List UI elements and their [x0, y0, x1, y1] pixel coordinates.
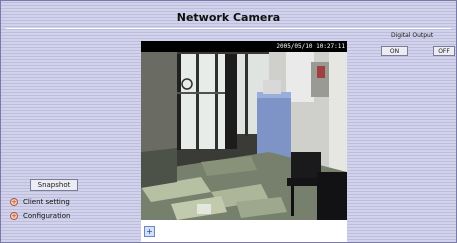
menu-item-configuration[interactable]: + Configuration: [10, 211, 70, 221]
page-title: Network Camera: [176, 11, 281, 24]
video-footer: +: [141, 220, 347, 242]
live-video-view[interactable]: [141, 52, 347, 220]
digital-output-off-button[interactable]: OFF: [433, 46, 455, 56]
expand-icon: +: [10, 198, 18, 206]
menu-item-label: Configuration: [23, 212, 71, 220]
digital-output-on-button[interactable]: ON: [381, 46, 408, 56]
snapshot-button[interactable]: Snapshot: [30, 179, 78, 191]
title-divider: [6, 28, 451, 29]
menu-item-client-setting[interactable]: + Client setting: [10, 197, 70, 207]
video-header-bar: 2005/05/10 10:27:11: [141, 41, 347, 52]
expand-icon: +: [10, 212, 18, 220]
camera-image: [141, 52, 347, 220]
menu-item-label: Client setting: [23, 198, 70, 206]
ptz-expand-button[interactable]: +: [144, 226, 155, 237]
digital-output-label: Digital Output: [391, 32, 434, 39]
video-timestamp: 2005/05/10 10:27:11: [276, 43, 345, 50]
